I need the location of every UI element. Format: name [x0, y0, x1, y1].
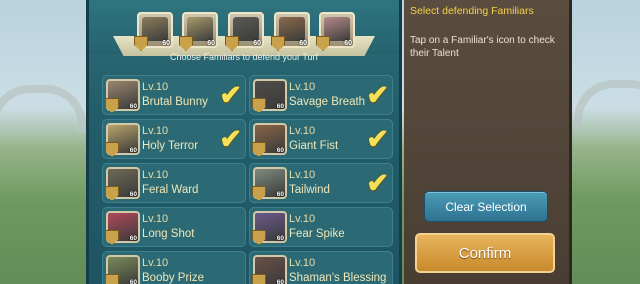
selected-slot-3[interactable]: 60 — [225, 12, 264, 51]
familiar-badge-level: 60 — [276, 279, 284, 284]
familiar-name: Feral Ward — [142, 184, 199, 196]
familiar-level: Lv.10 — [289, 257, 316, 269]
check-mark-icon: ✔ — [219, 124, 242, 154]
familiar-badge-level: 60 — [276, 235, 284, 242]
selected-familiars-bar: 60 60 60 60 60 — [89, 0, 399, 56]
familiar-level: Lv.10 — [142, 169, 169, 181]
familiar-name: Holy Terror — [142, 140, 199, 152]
selected-slot-1[interactable]: 60 — [134, 12, 173, 51]
familiar-icon[interactable]: 60 — [105, 123, 140, 157]
familiar-name: Long Shot — [142, 228, 195, 240]
familiar-level: Lv.10 — [289, 213, 316, 225]
shield-badge-icon — [105, 230, 119, 245]
familiar-card[interactable]: 60 Lv.10 Fear Spike — [249, 207, 393, 247]
familiar-name: Brutal Bunny — [142, 96, 208, 108]
familiar-name: Shaman's Blessing — [289, 272, 387, 284]
slot-level: 60 — [207, 40, 215, 47]
familiar-badge-level: 60 — [129, 103, 137, 110]
familiar-icon[interactable]: 60 — [105, 167, 140, 201]
familiar-card[interactable]: 60 Lv.10 Shaman's Blessing — [249, 251, 393, 284]
familiar-level: Lv.10 — [289, 81, 316, 93]
shield-badge-icon — [105, 186, 119, 201]
familiar-icon[interactable]: 60 — [252, 79, 287, 113]
shield-badge-icon — [252, 98, 266, 113]
familiar-level: Lv.10 — [142, 257, 169, 269]
familiar-badge-level: 60 — [276, 147, 284, 154]
familiar-icon[interactable]: 60 — [105, 211, 140, 245]
familiar-name: Booby Prize — [142, 272, 205, 284]
check-mark-icon: ✔ — [219, 80, 242, 110]
confirm-button[interactable]: Confirm — [415, 233, 555, 273]
familiar-icon[interactable]: 60 — [252, 211, 287, 245]
shield-badge-icon — [105, 142, 119, 157]
familiar-card[interactable]: 60 Lv.10 Holy Terror ✔ — [102, 119, 246, 159]
slot-level: 60 — [162, 40, 170, 47]
clear-selection-button[interactable]: Clear Selection — [424, 191, 548, 222]
slot-level: 60 — [344, 40, 352, 47]
familiar-name: Tailwind — [289, 184, 330, 196]
info-side-panel: Select defending Familiars Tap on a Fami… — [404, 0, 572, 284]
familiar-level: Lv.10 — [289, 125, 316, 137]
familiar-card[interactable]: 60 Lv.10 Brutal Bunny ✔ — [102, 75, 246, 115]
familiar-icon[interactable]: 60 — [252, 167, 287, 201]
familiar-badge-level: 60 — [129, 147, 137, 154]
familiar-name: Savage Breath — [289, 96, 366, 108]
familiar-name: Giant Fist — [289, 140, 339, 152]
familiar-selection-panel: 60 60 60 60 60 Choose Familiars to defen… — [86, 0, 402, 284]
choose-caption: Choose Familiars to defend your Turf — [169, 52, 319, 62]
shield-badge-icon — [252, 186, 266, 201]
familiar-icon[interactable]: 60 — [105, 79, 140, 113]
familiar-card[interactable]: 60 Lv.10 Booby Prize — [102, 251, 246, 284]
familiar-icon[interactable]: 60 — [252, 255, 287, 284]
familiar-badge-level: 60 — [129, 191, 137, 198]
shield-badge-icon — [105, 274, 119, 284]
familiar-badge-level: 60 — [276, 103, 284, 110]
familiar-icon[interactable]: 60 — [105, 255, 140, 284]
familiar-list[interactable]: 60 Lv.10 Brutal Bunny ✔ 60 Lv.10 Savage Breath… — [89, 70, 399, 284]
shield-badge-icon — [252, 274, 266, 284]
familiar-badge-level: 60 — [129, 279, 137, 284]
shield-badge-icon — [252, 230, 266, 245]
familiar-level: Lv.10 — [142, 125, 169, 137]
selected-slot-4[interactable]: 60 — [271, 12, 310, 51]
side-title: Select defending Familiars — [410, 5, 534, 17]
check-mark-icon: ✔ — [366, 168, 389, 198]
familiar-icon[interactable]: 60 — [252, 123, 287, 157]
familiar-badge-level: 60 — [129, 235, 137, 242]
familiar-badge-level: 60 — [276, 191, 284, 198]
check-mark-icon: ✔ — [366, 124, 389, 154]
familiar-level: Lv.10 — [289, 169, 316, 181]
selected-slot-2[interactable]: 60 — [179, 12, 218, 51]
familiar-card[interactable]: 60 Lv.10 Savage Breath ✔ — [249, 75, 393, 115]
familiar-level: Lv.10 — [142, 81, 169, 93]
familiar-card[interactable]: 60 Lv.10 Feral Ward — [102, 163, 246, 203]
shield-badge-icon — [252, 142, 266, 157]
side-description: Tap on a Familiar's icon to check their … — [410, 35, 555, 59]
familiar-card[interactable]: 60 Lv.10 Giant Fist ✔ — [249, 119, 393, 159]
shield-badge-icon — [105, 98, 119, 113]
slot-level: 60 — [299, 40, 307, 47]
slot-level: 60 — [253, 40, 261, 47]
familiar-name: Fear Spike — [289, 228, 345, 240]
selected-slot-5[interactable]: 60 — [316, 12, 355, 51]
familiar-card[interactable]: 60 Lv.10 Long Shot — [102, 207, 246, 247]
familiar-level: Lv.10 — [142, 213, 169, 225]
familiar-card[interactable]: 60 Lv.10 Tailwind ✔ — [249, 163, 393, 203]
check-mark-icon: ✔ — [366, 80, 389, 110]
